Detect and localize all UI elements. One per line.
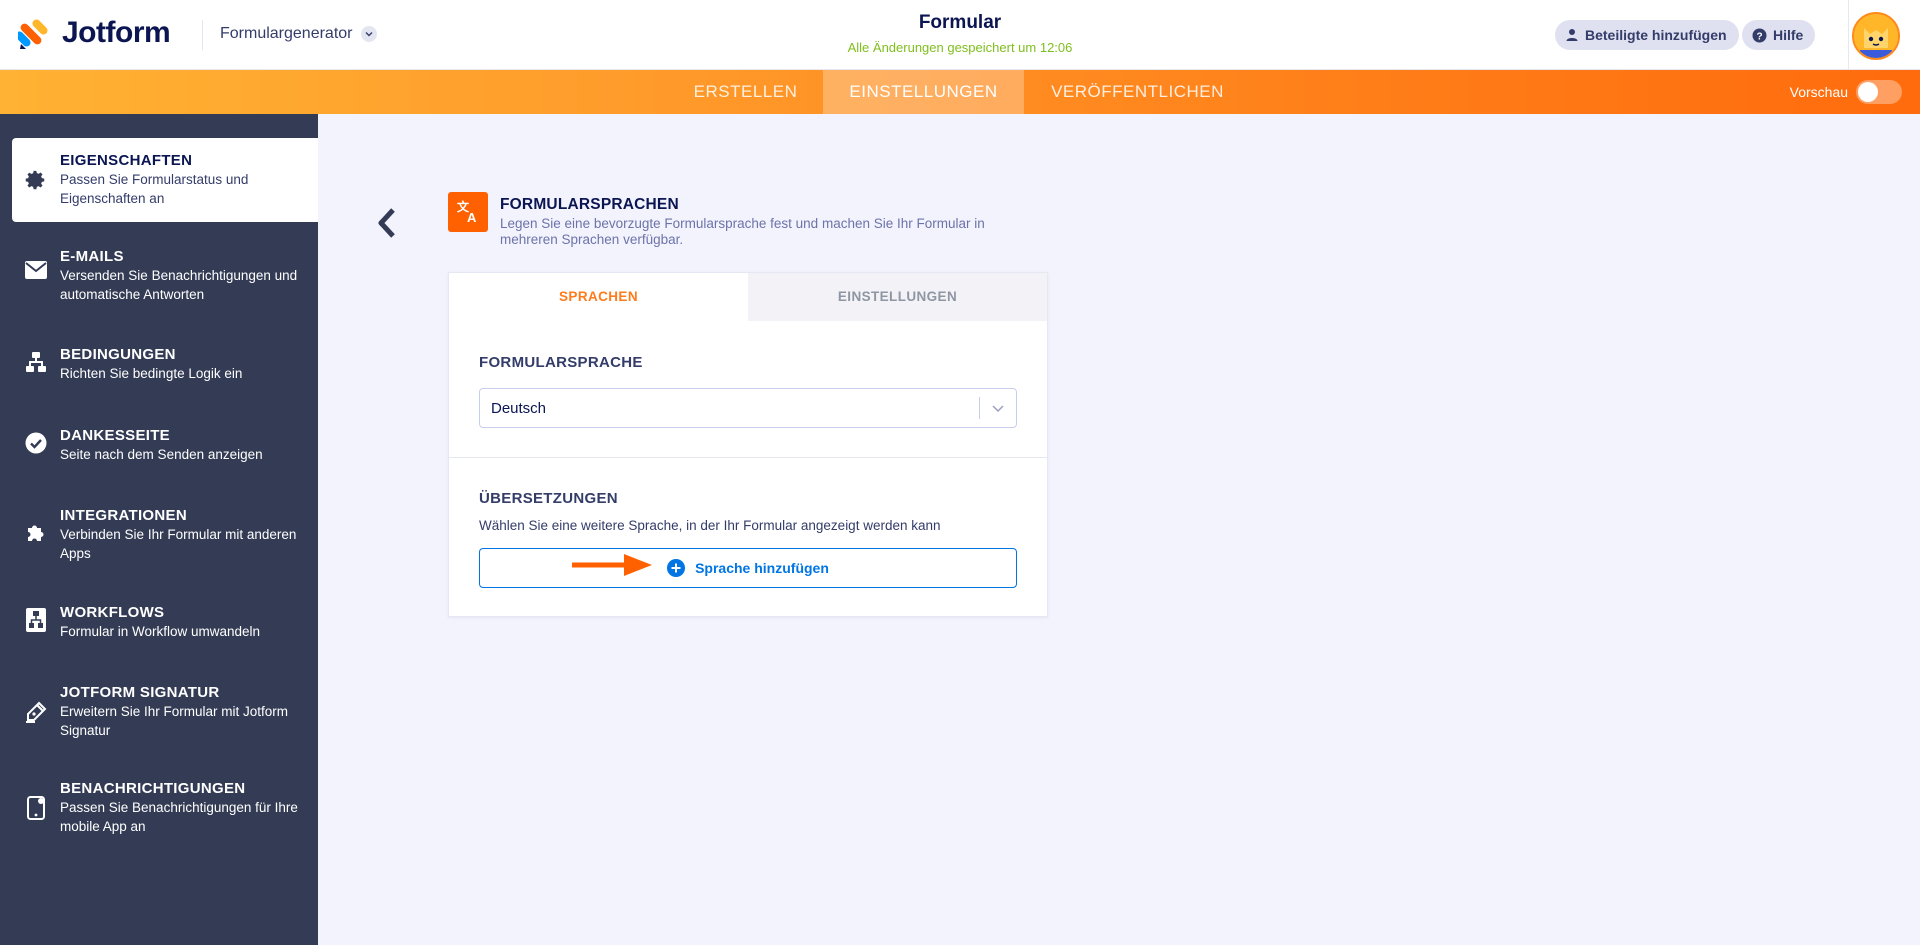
sidebar-item-notifications[interactable]: BENACHRICHTIGUNGEN Passen Sie Benachrich… [12, 780, 318, 850]
card-tabs: SPRACHEN EINSTELLUNGEN [449, 273, 1047, 321]
preview-toggle[interactable] [1856, 80, 1902, 104]
pen-icon [24, 700, 48, 724]
chevron-left-icon [378, 208, 395, 238]
add-language-button[interactable]: Sprache hinzufügen [479, 548, 1017, 588]
workflow-icon [24, 608, 48, 632]
tab-settings[interactable]: EINSTELLUNGEN [823, 70, 1024, 114]
sidebar-item-desc: Passen Sie Benachrichtigungen für Ihre m… [60, 800, 298, 834]
top-header: Jotform Formulargenerator Formular Alle … [0, 0, 1920, 70]
avatar-icon [1854, 14, 1898, 58]
sidebar-item-desc: Versenden Sie Benachrichtigungen und aut… [60, 268, 298, 302]
plus-circle-icon [667, 559, 686, 577]
main-navbar: ERSTELLEN EINSTELLUNGEN VERÖFFENTLICHEN … [0, 70, 1920, 114]
form-language-select[interactable]: Deutsch [479, 388, 1017, 428]
add-language-label: Sprache hinzufügen [695, 560, 829, 576]
mobile-icon [24, 796, 48, 820]
add-collaborators-button[interactable]: Beteiligte hinzufügen [1555, 20, 1739, 50]
sidebar-item-title: EIGENSCHAFTEN [60, 152, 193, 169]
sidebar-item-title: BENACHRICHTIGUNGEN [60, 780, 246, 797]
help-button[interactable]: ? Hilfe [1742, 20, 1816, 50]
sidebar-item-desc: Passen Sie Formularstatus und Eigenschaf… [60, 172, 249, 206]
toggle-knob [1858, 82, 1878, 102]
sidebar-item-workflows[interactable]: WORKFLOWS Formular in Workflow umwandeln [12, 604, 318, 654]
section-title: FORMULARSPRACHEN [500, 196, 679, 213]
sidebar-item-desc: Formular in Workflow umwandeln [60, 624, 261, 639]
add-collaborators-label: Beteiligte hinzufügen [1585, 27, 1727, 43]
check-circle-icon [24, 431, 48, 455]
card-divider [449, 457, 1047, 458]
sidebar-item-desc: Erweitern Sie Ihr Formular mit Jotform S… [60, 704, 289, 738]
translations-description: Wählen Sie eine weitere Sprache, in der … [479, 518, 941, 533]
tab-publish[interactable]: VERÖFFENTLICHEN [1024, 70, 1251, 114]
arrow-right-icon [572, 554, 652, 576]
sidebar-item-desc: Verbinden Sie Ihr Formular mit anderen A… [60, 527, 297, 561]
svg-text:?: ? [1756, 31, 1762, 42]
avatar[interactable] [1852, 12, 1900, 60]
tab-languages[interactable]: SPRACHEN [449, 273, 748, 321]
form-language-value: Deutsch [491, 400, 547, 417]
help-label: Hilfe [1773, 27, 1804, 43]
header-divider-right [1848, 0, 1849, 70]
sidebar-item-title: E-MAILS [60, 248, 124, 265]
gear-icon [24, 168, 48, 192]
sidebar-item-title: DANKESSEITE [60, 427, 170, 444]
question-icon: ? [1752, 28, 1767, 42]
sidebar-item-thank-you-page[interactable]: DANKESSEITE Seite nach dem Senden anzeig… [12, 427, 318, 477]
select-separator [979, 397, 980, 419]
chevron-down-icon [992, 405, 1004, 413]
sitemap-icon [24, 350, 48, 374]
svg-text:A: A [467, 210, 477, 225]
puzzle-icon [24, 521, 48, 545]
sidebar-item-properties[interactable]: EIGENSCHAFTEN Passen Sie Formularstatus … [12, 138, 318, 222]
user-icon [1566, 29, 1578, 41]
sidebar-item-integrations[interactable]: INTEGRATIONEN Verbinden Sie Ihr Formular… [12, 507, 318, 577]
sidebar-item-title: WORKFLOWS [60, 604, 165, 621]
preview-toggle-group: Vorschau [1790, 80, 1902, 104]
back-button[interactable] [372, 205, 402, 241]
sidebar-item-signature[interactable]: JOTFORM SIGNATUR Erweitern Sie Ihr Formu… [12, 684, 318, 754]
sidebar-item-conditions[interactable]: BEDINGUNGEN Richten Sie bedingte Logik e… [12, 346, 318, 396]
section-description: Legen Sie eine bevorzugte Formularsprach… [500, 216, 985, 247]
sidebar-item-title: INTEGRATIONEN [60, 507, 187, 524]
translations-label: ÜBERSETZUNGEN [479, 490, 618, 507]
form-language-label: FORMULARSPRACHE [479, 354, 643, 371]
sidebar-item-emails[interactable]: E-MAILS Versenden Sie Benachrichtigungen… [12, 248, 318, 318]
translate-icon: 文 A [448, 192, 488, 232]
tab-language-settings[interactable]: EINSTELLUNGEN [748, 273, 1047, 321]
tab-build[interactable]: ERSTELLEN [685, 70, 806, 114]
sidebar-item-desc: Seite nach dem Senden anzeigen [60, 447, 263, 462]
sidebar-item-title: JOTFORM SIGNATUR [60, 684, 220, 701]
sidebar-item-desc: Richten Sie bedingte Logik ein [60, 366, 243, 381]
languages-card: SPRACHEN EINSTELLUNGEN FORMULARSPRACHE D… [448, 272, 1048, 617]
preview-label: Vorschau [1789, 84, 1848, 100]
settings-sidebar: EIGENSCHAFTEN Passen Sie Formularstatus … [0, 114, 318, 945]
envelope-icon [24, 258, 48, 282]
sidebar-item-title: BEDINGUNGEN [60, 346, 176, 363]
